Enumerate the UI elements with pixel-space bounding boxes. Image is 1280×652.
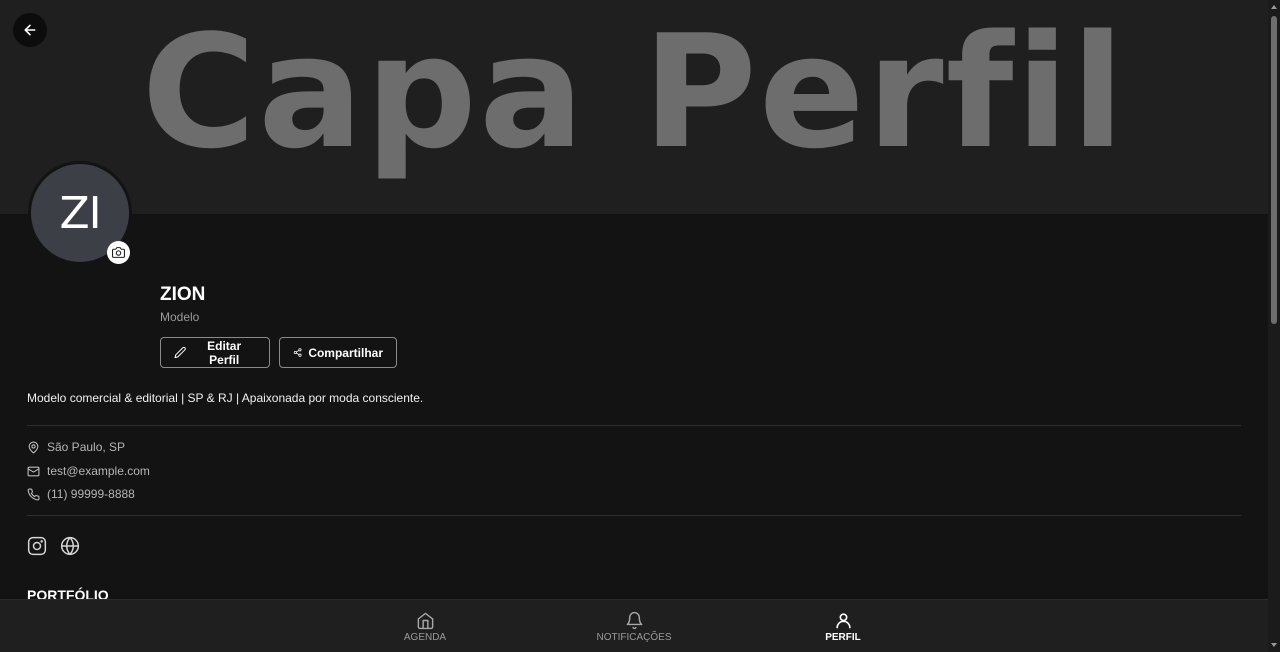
camera-icon — [112, 247, 125, 258]
location-text: São Paulo, SP — [47, 440, 126, 454]
edit-profile-label: Editar Perfil — [207, 338, 242, 367]
edit-profile-button[interactable]: Editar Perfil — [160, 337, 270, 368]
location-row: São Paulo, SP — [27, 440, 125, 454]
share-icon — [293, 348, 302, 357]
back-button[interactable] — [13, 13, 47, 47]
globe-icon — [60, 536, 80, 556]
profile-page: Capa Perfil ZI ZION Modelo Editar Perfil… — [0, 0, 1268, 652]
arrow-left-icon — [24, 24, 36, 36]
instagram-icon — [27, 536, 47, 556]
profile-bio: Modelo comercial & editorial | SP & RJ |… — [27, 391, 424, 405]
pencil-icon — [174, 346, 186, 359]
mail-icon — [27, 466, 40, 476]
cover-placeholder-text: Capa Perfil — [141, 1, 1127, 183]
nav-label: AGENDA — [403, 631, 447, 643]
scroll-down-icon[interactable] — [1270, 641, 1278, 649]
profile-cover[interactable]: Capa Perfil — [0, 0, 1268, 214]
website-link[interactable] — [60, 536, 80, 556]
share-button[interactable]: Compartilhar — [279, 337, 397, 368]
bottom-nav: AGENDA NOTIFICAÇÕES PERFIL — [0, 599, 1268, 652]
home-icon — [417, 612, 433, 629]
profile-name: ZION — [160, 284, 206, 305]
nav-item-agenda[interactable]: AGENDA — [395, 600, 455, 652]
user-icon — [835, 612, 851, 628]
scrollbar-thumb[interactable] — [1271, 16, 1277, 324]
scroll-up-icon[interactable] — [1270, 3, 1278, 11]
nav-item-perfil[interactable]: PERFIL — [818, 600, 868, 652]
email-row: test@example.com — [27, 464, 150, 478]
nav-label: NOTIFICAÇÕES — [596, 631, 672, 643]
share-label: Compartilhar — [308, 345, 383, 360]
nav-label: PERFIL — [825, 631, 861, 643]
email-text[interactable]: test@example.com — [47, 464, 150, 478]
instagram-link[interactable] — [27, 536, 47, 556]
scrollbar[interactable] — [1268, 0, 1280, 652]
bell-icon — [626, 611, 642, 629]
avatar-initials: ZI — [59, 187, 101, 239]
profile-role: Modelo — [160, 310, 200, 324]
change-photo-button[interactable] — [107, 241, 130, 264]
phone-icon — [27, 488, 40, 500]
divider — [27, 515, 1241, 516]
map-pin-icon — [28, 441, 39, 453]
divider — [27, 425, 1241, 426]
phone-text[interactable]: (11) 99999-8888 — [47, 487, 135, 501]
nav-item-notificacoes[interactable]: NOTIFICAÇÕES — [594, 600, 674, 652]
phone-row: (11) 99999-8888 — [27, 487, 135, 501]
